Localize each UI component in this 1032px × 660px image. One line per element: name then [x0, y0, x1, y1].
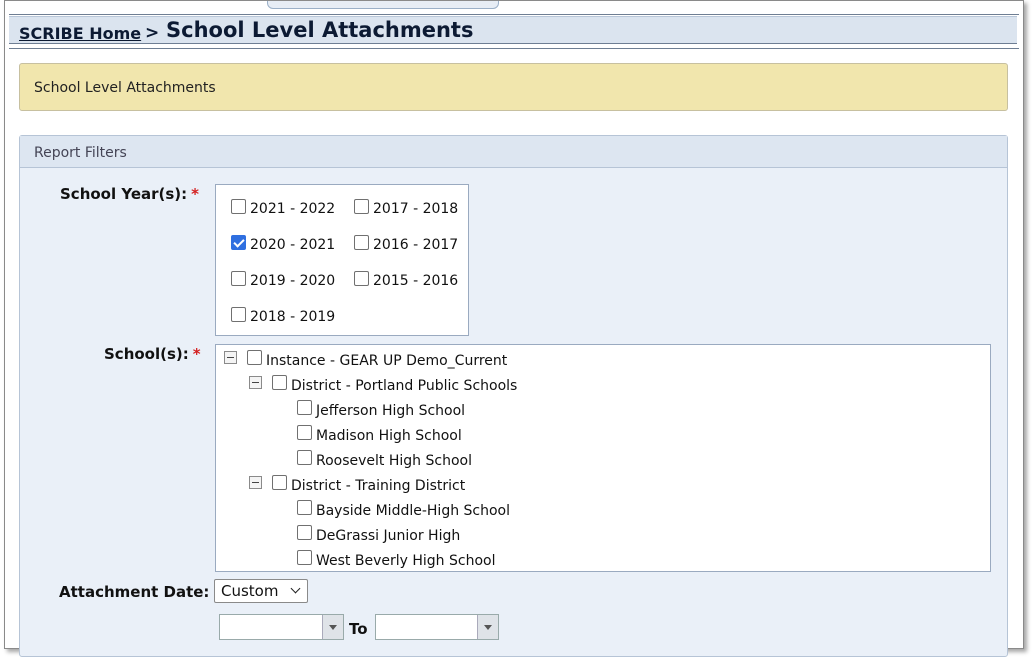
attachment-date-label: Attachment Date: [59, 583, 210, 601]
year-label: 2020 - 2021 [250, 237, 336, 253]
tree-item-school: West Beverly High School [316, 553, 496, 569]
required-asterisk: * [191, 185, 200, 203]
page-title: School Level Attachments [166, 18, 474, 42]
date-from-dropdown-icon[interactable] [322, 615, 343, 639]
year-label: 2019 - 2020 [250, 273, 336, 289]
tree-item-district: District - Training District [291, 478, 466, 494]
tree-item-school: Jefferson High School [316, 403, 466, 419]
header-top-border [9, 14, 1019, 15]
chevron-down-icon [290, 583, 301, 594]
date-to-dropdown-icon[interactable] [477, 615, 498, 639]
year-label: 2016 - 2017 [373, 237, 459, 253]
year-label: 2021 - 2022 [250, 201, 336, 217]
info-banner: School Level Attachments [19, 63, 1008, 111]
breadcrumb-home-link[interactable]: SCRIBE Home [19, 24, 141, 43]
year-checkbox-2018-2019[interactable] [231, 307, 246, 322]
tree-checkbox[interactable] [297, 425, 312, 440]
school-years-label-text: School Year(s): [60, 185, 188, 203]
tree-checkbox[interactable] [272, 475, 287, 490]
header-bottom-border [9, 48, 1019, 49]
year-label: 2015 - 2016 [373, 273, 459, 289]
breadcrumb-separator: > [145, 23, 160, 43]
page-header: SCRIBE Home > School Level Attachments [9, 16, 1017, 44]
tree-checkbox[interactable] [272, 375, 287, 390]
info-banner-text: School Level Attachments [34, 80, 216, 96]
required-asterisk: * [192, 345, 201, 363]
year-checkbox-2021-2022[interactable] [231, 199, 246, 214]
tree-item-school: Bayside Middle-High School [316, 503, 511, 519]
tree-checkbox[interactable] [297, 450, 312, 465]
tree-item-school: Madison High School [316, 428, 462, 444]
year-checkbox-2017-2018[interactable] [354, 199, 369, 214]
tree-item-school: Roosevelt High School [316, 453, 472, 469]
report-filters-title: Report Filters [34, 145, 127, 161]
attachment-date-select[interactable]: Custom [214, 579, 308, 603]
tree-checkbox[interactable] [297, 525, 312, 540]
collapse-icon[interactable] [249, 376, 262, 389]
date-to-field[interactable] [375, 614, 499, 640]
collapse-icon[interactable] [249, 476, 262, 489]
tree-item-instance: Instance - GEAR UP Demo_Current [266, 353, 508, 369]
year-label: 2018 - 2019 [250, 309, 336, 325]
tree-item-school: DeGrassi Junior High [316, 528, 461, 544]
year-checkbox-2015-2016[interactable] [354, 271, 369, 286]
year-label: 2017 - 2018 [373, 201, 459, 217]
year-checkbox-2016-2017[interactable] [354, 235, 369, 250]
top-tab[interactable] [267, 1, 499, 9]
schools-label-text: School(s): [104, 345, 189, 363]
attachment-date-selected: Custom [221, 582, 279, 600]
year-checkbox-2019-2020[interactable] [231, 271, 246, 286]
tree-checkbox[interactable] [297, 400, 312, 415]
report-filters-header[interactable]: Report Filters [20, 136, 1007, 168]
tree-checkbox[interactable] [297, 550, 312, 565]
date-to-label: To [349, 620, 368, 638]
tree-checkbox[interactable] [247, 350, 262, 365]
tree-checkbox[interactable] [297, 500, 312, 515]
collapse-icon[interactable] [224, 351, 237, 364]
schools-label: School(s): * [104, 345, 201, 363]
school-years-label: School Year(s): * [60, 185, 199, 203]
tree-item-district: District - Portland Public Schools [291, 378, 518, 394]
year-checkbox-2020-2021[interactable] [231, 235, 246, 250]
date-from-field[interactable] [219, 614, 344, 640]
